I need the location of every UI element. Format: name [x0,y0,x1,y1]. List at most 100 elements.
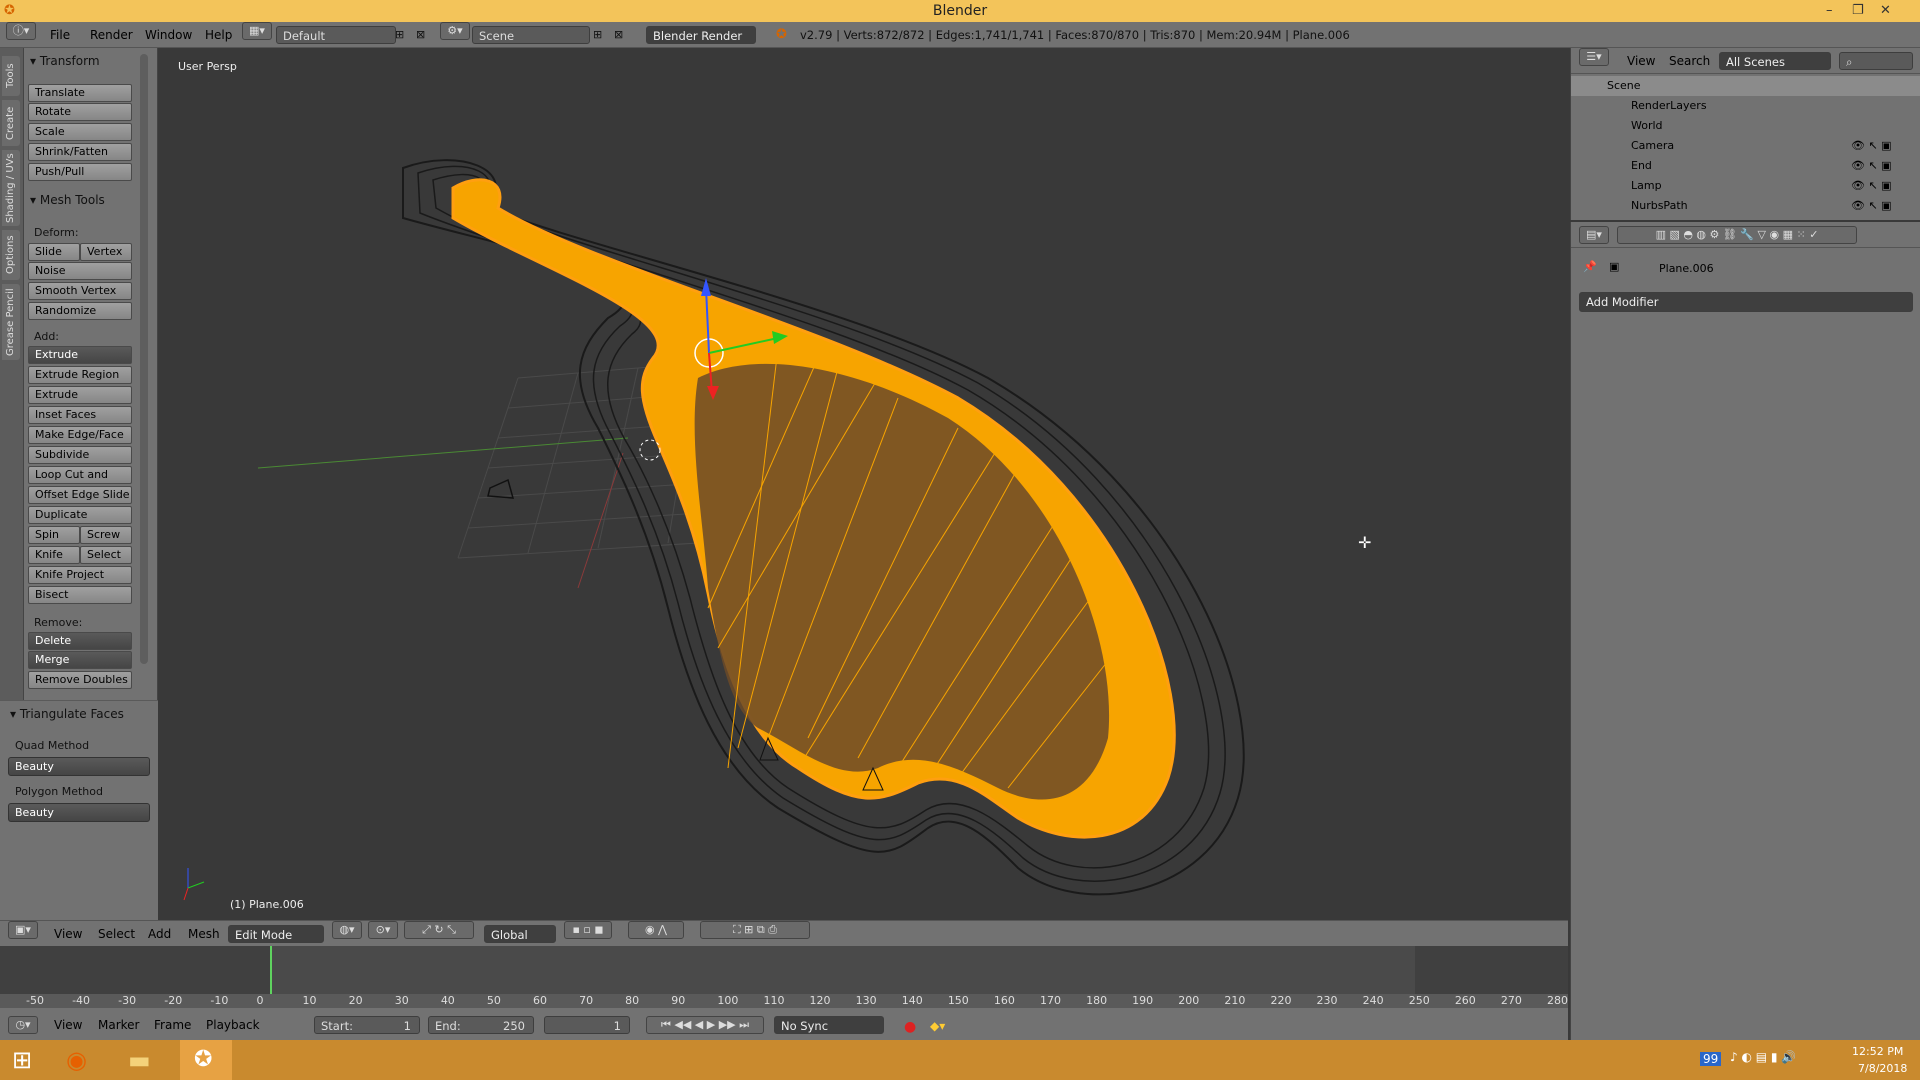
quad-method-select[interactable]: Beauty [8,757,150,776]
shelf-scrollbar[interactable] [140,54,148,664]
minimize-icon[interactable]: – [1826,0,1833,22]
file-explorer-icon[interactable]: ▬ [128,1046,151,1074]
tl-menu-playback[interactable]: Playback [206,1016,260,1034]
rotate-button[interactable]: Rotate [28,103,132,121]
tab-grease-pencil[interactable]: Grease Pencil [2,284,20,360]
outliner-item-camera[interactable]: Camera 👁 ↖ ▣ [1571,136,1920,156]
loop-cut-slide-button[interactable]: Loop Cut and Slide [28,466,132,497]
tab-tools[interactable]: Tools [2,56,20,96]
viewport-shading-icon[interactable]: ◍▾ [332,921,362,939]
subdivide-button[interactable]: Subdivide [28,446,132,464]
scale-button[interactable]: Scale [28,123,132,141]
shrink-fatten-button[interactable]: Shrink/Fatten [28,143,132,161]
outliner-editor-icon[interactable]: ☰▾ [1579,48,1609,66]
pivot-point-icon[interactable]: ⊙▾ [368,921,398,939]
outliner-filter-select[interactable]: All Scenes [1719,52,1831,70]
knife-select-button[interactable]: Select [80,546,132,564]
visibility-eye-icon[interactable]: 👁 ↖ ▣ [1851,136,1892,156]
offset-edge-slide-button[interactable]: Offset Edge Slide [28,486,132,504]
outliner-item-nurbspath[interactable]: NurbsPath 👁 ↖ ▣ [1571,196,1920,216]
orientation-select[interactable]: Global [484,925,556,943]
record-icon[interactable]: ● [904,1019,916,1035]
windows-start-icon[interactable]: ⊞ [12,1046,32,1074]
editor-type-icon[interactable]: ▣▾ [8,921,38,939]
3d-viewport[interactable]: User Persp (1) Plane.006 ✛ [158,48,1568,918]
slide-edge-button[interactable]: Slide Ed [28,243,80,274]
select-mode-icons[interactable]: ▪ ▫ ◼ [564,921,612,939]
pin-icon[interactable]: 📌 [1583,260,1597,273]
info-editor-type-icon[interactable]: ⓘ▾ [6,22,36,40]
outliner-item-world[interactable]: World [1571,116,1920,136]
spin-button[interactable]: Spin [28,526,80,544]
translate-button[interactable]: Translate [28,84,132,102]
outliner-item-renderlayers[interactable]: RenderLayers [1571,96,1920,116]
smooth-vertex-button[interactable]: Smooth Vertex [28,282,132,300]
menu-mesh[interactable]: Mesh [188,925,220,943]
close-icon[interactable]: ✕ [1880,0,1891,22]
tab-options[interactable]: Options [2,230,20,280]
menu-file[interactable]: File [50,26,70,44]
screen-layout-icon[interactable]: ▦▾ [242,22,272,40]
add-modifier-select[interactable]: Add Modifier [1579,292,1913,312]
snapping-icons[interactable]: ⛶ ⊞ ⧉ ⎙ [700,921,810,939]
outliner-item-scene[interactable]: Scene [1571,76,1920,96]
mesh-tools-panel-header[interactable]: ▾ Mesh Tools [30,193,105,207]
menu-window[interactable]: Window [145,26,192,44]
current-frame-field[interactable]: 1 [544,1016,630,1034]
vertex-slide-button[interactable]: Vertex [80,243,132,261]
duplicate-button[interactable]: Duplicate [28,506,132,524]
inset-faces-button[interactable]: Inset Faces [28,406,132,424]
outliner-item-end[interactable]: End 👁 ↖ ▣ [1571,156,1920,176]
playback-controls[interactable]: ⏮ ◀◀ ◀ ▶ ▶▶ ⏭ [646,1016,764,1034]
add-scene-icon[interactable]: ⊞ [593,28,602,41]
noise-button[interactable]: Noise [28,262,132,280]
tray-icons[interactable]: ♪ ◐ ▤ ▮ 🔊 [1730,1050,1796,1064]
visibility-eye-icon[interactable]: 👁 ↖ ▣ [1851,196,1892,216]
remove-doubles-button[interactable]: Remove Doubles [28,671,132,689]
mode-select[interactable]: Edit Mode [228,925,324,943]
layout-field[interactable]: Default [276,26,396,44]
add-layout-icon[interactable]: ⊞ [395,28,404,41]
timeline-editor-icon[interactable]: ◷▾ [8,1016,38,1034]
screw-button[interactable]: Screw [80,526,132,544]
polygon-method-select[interactable]: Beauty [8,803,150,822]
menu-add[interactable]: Add [148,925,171,943]
end-frame-field[interactable]: End: 250 [428,1016,534,1034]
restore-icon[interactable]: ❐ [1852,0,1864,22]
properties-context-tabs[interactable]: ▥ ▧ ◓ ◍ ⚙ ⛓ 🔧 ▽ ◉ ▦ ⁙ ✓ [1617,226,1857,244]
tl-menu-frame[interactable]: Frame [154,1016,191,1034]
menu-select[interactable]: Select [98,925,135,943]
start-frame-field[interactable]: Start: 1 [314,1016,420,1034]
outliner-menu-search[interactable]: Search [1669,52,1710,70]
knife-project-button[interactable]: Knife Project [28,566,132,584]
transform-panel-header[interactable]: ▾ Transform [30,54,100,68]
current-frame-line[interactable] [270,946,272,996]
properties-editor-icon[interactable]: ▤▾ [1579,226,1609,244]
push-pull-button[interactable]: Push/Pull [28,163,132,181]
triangulate-header[interactable]: ▾ Triangulate Faces [10,707,124,721]
viewport-canvas[interactable]: ✛ [158,48,1568,918]
extrude-region-button[interactable]: Extrude Region [28,366,132,384]
bisect-button[interactable]: Bisect [28,586,132,604]
extrude-dropdown[interactable]: Extrude [28,346,132,364]
remove-scene-icon[interactable]: ⊠ [614,28,623,41]
blender-taskbar-button[interactable]: ✪ [180,1040,232,1080]
manipulator-icons[interactable]: ⤢ ↻ ⤡ [404,921,474,939]
render-engine-select[interactable]: Blender Render [646,26,756,44]
keying-icon[interactable]: ◆▾ [930,1019,945,1033]
menu-help[interactable]: Help [205,26,232,44]
sync-select[interactable]: No Sync [774,1016,884,1034]
timeline-area[interactable]: -50 -40 -30 -20 -10 0 10 20 30 40 50 60 70 80 90 100 110… [0,946,1568,1008]
make-edge-face-button[interactable]: Make Edge/Face [28,426,132,444]
delete-dropdown[interactable]: Delete [28,632,132,650]
outliner-menu-view[interactable]: View [1627,52,1655,70]
visibility-eye-icon[interactable]: 👁 ↖ ▣ [1851,156,1892,176]
tl-menu-marker[interactable]: Marker [98,1016,139,1034]
randomize-button[interactable]: Randomize [28,302,132,320]
tl-menu-view[interactable]: View [54,1016,82,1034]
visibility-eye-icon[interactable]: 👁 ↖ ▣ [1851,176,1892,196]
camera-object-icon[interactable] [487,478,515,499]
outliner-search-input[interactable]: ⌕ [1839,52,1913,70]
menu-render[interactable]: Render [90,26,133,44]
tab-create[interactable]: Create [2,100,20,146]
